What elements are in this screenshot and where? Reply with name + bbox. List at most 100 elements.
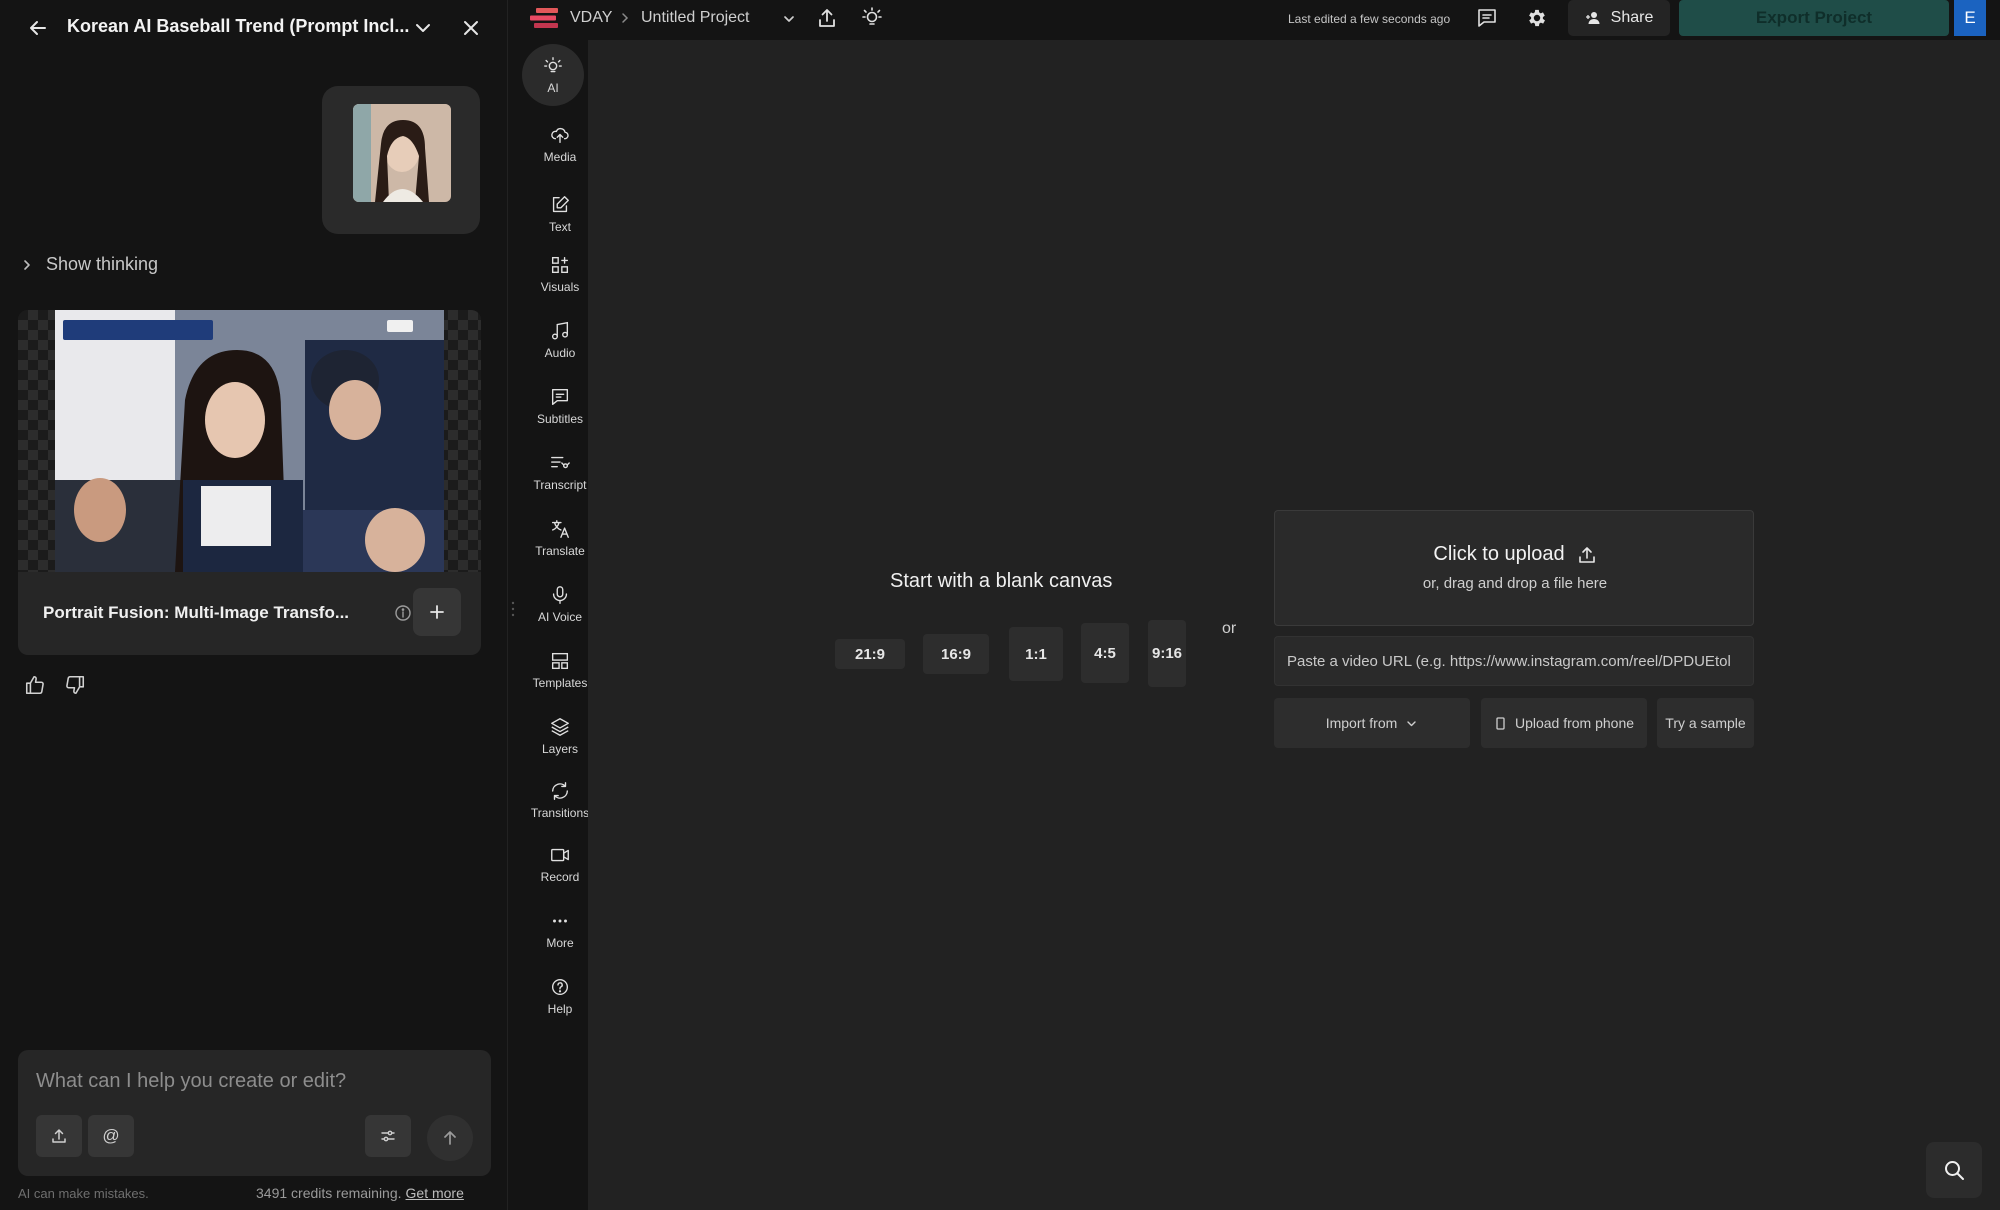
plus-icon [430, 605, 444, 619]
settings-sliders-button[interactable] [365, 1115, 411, 1157]
camera-icon [551, 848, 569, 862]
ratio-16-9-button[interactable]: 16:9 [923, 634, 989, 674]
tool-ai[interactable]: AI [522, 44, 584, 106]
tool-sidebar: AI Media Text Visuals Audio Subtitles Tr… [508, 0, 590, 1210]
chat-composer: @ [18, 1050, 491, 1176]
attach-upload-button[interactable] [36, 1115, 82, 1157]
bulb-icon [544, 57, 562, 73]
tool-label: Templates [532, 676, 588, 690]
get-more-link[interactable]: Get more [406, 1185, 464, 1201]
sliders-icon [381, 1130, 395, 1142]
tool-label: Layers [541, 742, 579, 756]
ratio-21-9-button[interactable]: 21:9 [835, 639, 905, 669]
tool-label: Text [548, 220, 571, 234]
project-name[interactable]: Untitled Project [641, 9, 750, 27]
shapes-icon [551, 256, 569, 274]
mention-button[interactable]: @ [88, 1115, 134, 1157]
import-from-label: Import from [1325, 715, 1398, 731]
info-icon[interactable] [394, 604, 412, 622]
chevron-down-icon [1407, 720, 1416, 726]
generated-result-card: Portrait Fusion: Multi-Image Transfo... [18, 310, 481, 655]
upload-from-phone-label: Upload from phone [1514, 715, 1635, 731]
workspace-name[interactable]: VDAY [570, 9, 612, 27]
top-bar: VDAY Untitled Project Last edited a few … [508, 0, 2000, 40]
at-sign-icon: @ [102, 1126, 120, 1145]
comment-icon[interactable] [1476, 7, 1498, 29]
share-label: Share [1610, 9, 1654, 26]
translate-icon [551, 520, 569, 538]
upload-title: Click to upload [1433, 543, 1565, 565]
export-label: Export Project [1755, 8, 1873, 27]
thumbs-up-icon[interactable] [24, 674, 46, 696]
tool-label: Transitions [530, 806, 590, 820]
arrow-left-icon[interactable] [26, 16, 50, 40]
add-to-project-button[interactable] [413, 588, 461, 636]
thumbs-down-icon[interactable] [64, 674, 86, 696]
chevron-right-icon [24, 259, 30, 270]
panel-header: Korean AI Baseball Trend (Prompt Incl... [0, 0, 508, 56]
ratio-1-1-button[interactable]: 1:1 [1009, 627, 1063, 681]
ai-chat-panel: Korean AI Baseball Trend (Prompt Incl...… [0, 0, 508, 1210]
search-button[interactable] [1926, 1142, 1982, 1198]
result-caption: Portrait Fusion: Multi-Image Transfo... [43, 603, 350, 622]
edit-icon [552, 196, 569, 213]
user-avatar[interactable]: E [1954, 0, 1986, 36]
try-sample-label: Try a sample [1665, 715, 1746, 731]
try-sample-button[interactable]: Try a sample [1657, 698, 1754, 748]
upload-icon[interactable] [815, 6, 839, 30]
ratio-4-5-button[interactable]: 4:5 [1081, 623, 1129, 683]
tool-label: AI Voice [537, 610, 583, 624]
tool-label: AI [547, 81, 559, 95]
transcript-icon [551, 456, 570, 469]
music-note-icon [551, 321, 569, 340]
panel-title: Korean AI Baseball Trend (Prompt Incl... [67, 16, 410, 36]
subtitles-icon [551, 388, 569, 406]
export-project-button[interactable]: Export Project [1679, 0, 1949, 36]
last-edited-status: Last edited a few seconds ago [1288, 12, 1451, 26]
search-icon [1945, 1161, 1964, 1180]
gear-icon[interactable] [1526, 7, 1548, 29]
tool-label: Media [543, 150, 577, 164]
upload-icon [1578, 546, 1595, 563]
video-url-input[interactable] [1274, 636, 1754, 686]
stadium-crowd-image [55, 310, 444, 572]
close-icon[interactable] [459, 16, 483, 40]
more-dots-icon [553, 919, 567, 923]
editor-canvas: Start with a blank canvas 21:9 16:9 1:1 … [588, 40, 2000, 1210]
tool-label: Visuals [540, 280, 580, 294]
templates-icon [551, 652, 569, 670]
upload-icon [52, 1129, 66, 1143]
result-image[interactable] [55, 310, 444, 572]
app-root: Korean AI Baseball Trend (Prompt Incl...… [0, 0, 2000, 1210]
tool-label: Audio [544, 346, 576, 360]
tool-label: Translate [535, 544, 585, 558]
upload-subtitle: or, drag and drop a file here [1422, 575, 1608, 592]
transitions-icon [551, 782, 569, 800]
portrait-image [353, 104, 451, 202]
microphone-icon [552, 586, 568, 604]
share-button[interactable]: Share [1568, 0, 1670, 36]
result-image-frame [18, 310, 481, 572]
chat-input[interactable] [36, 1066, 476, 1096]
import-from-button[interactable]: Import from [1274, 698, 1470, 748]
send-button[interactable] [427, 1115, 473, 1161]
tool-label: More [546, 936, 574, 950]
ratio-9-16-button[interactable]: 9:16 [1148, 620, 1186, 687]
user-attachment-card [322, 86, 480, 234]
upload-from-phone-button[interactable]: Upload from phone [1481, 698, 1647, 748]
help-icon [551, 978, 569, 996]
tool-label: Record [540, 870, 580, 884]
panel-resize-handle[interactable] [511, 600, 515, 618]
or-divider: or [1222, 620, 1237, 637]
bulb-icon[interactable] [860, 5, 884, 29]
tool-label: Help [547, 1002, 573, 1016]
arrow-up-icon [444, 1131, 456, 1145]
breadcrumb-chevron-icon [622, 13, 629, 23]
user-portrait-thumbnail[interactable] [353, 104, 451, 202]
chevron-down-icon[interactable] [781, 11, 797, 27]
chevron-down-icon[interactable] [411, 16, 435, 40]
app-logo-icon[interactable] [530, 8, 560, 28]
upload-dropzone[interactable]: Click to upload or, drag and drop a file… [1274, 510, 1754, 626]
blank-canvas-title: Start with a blank canvas [890, 570, 1113, 592]
show-thinking-toggle[interactable]: Show thinking [20, 254, 158, 275]
